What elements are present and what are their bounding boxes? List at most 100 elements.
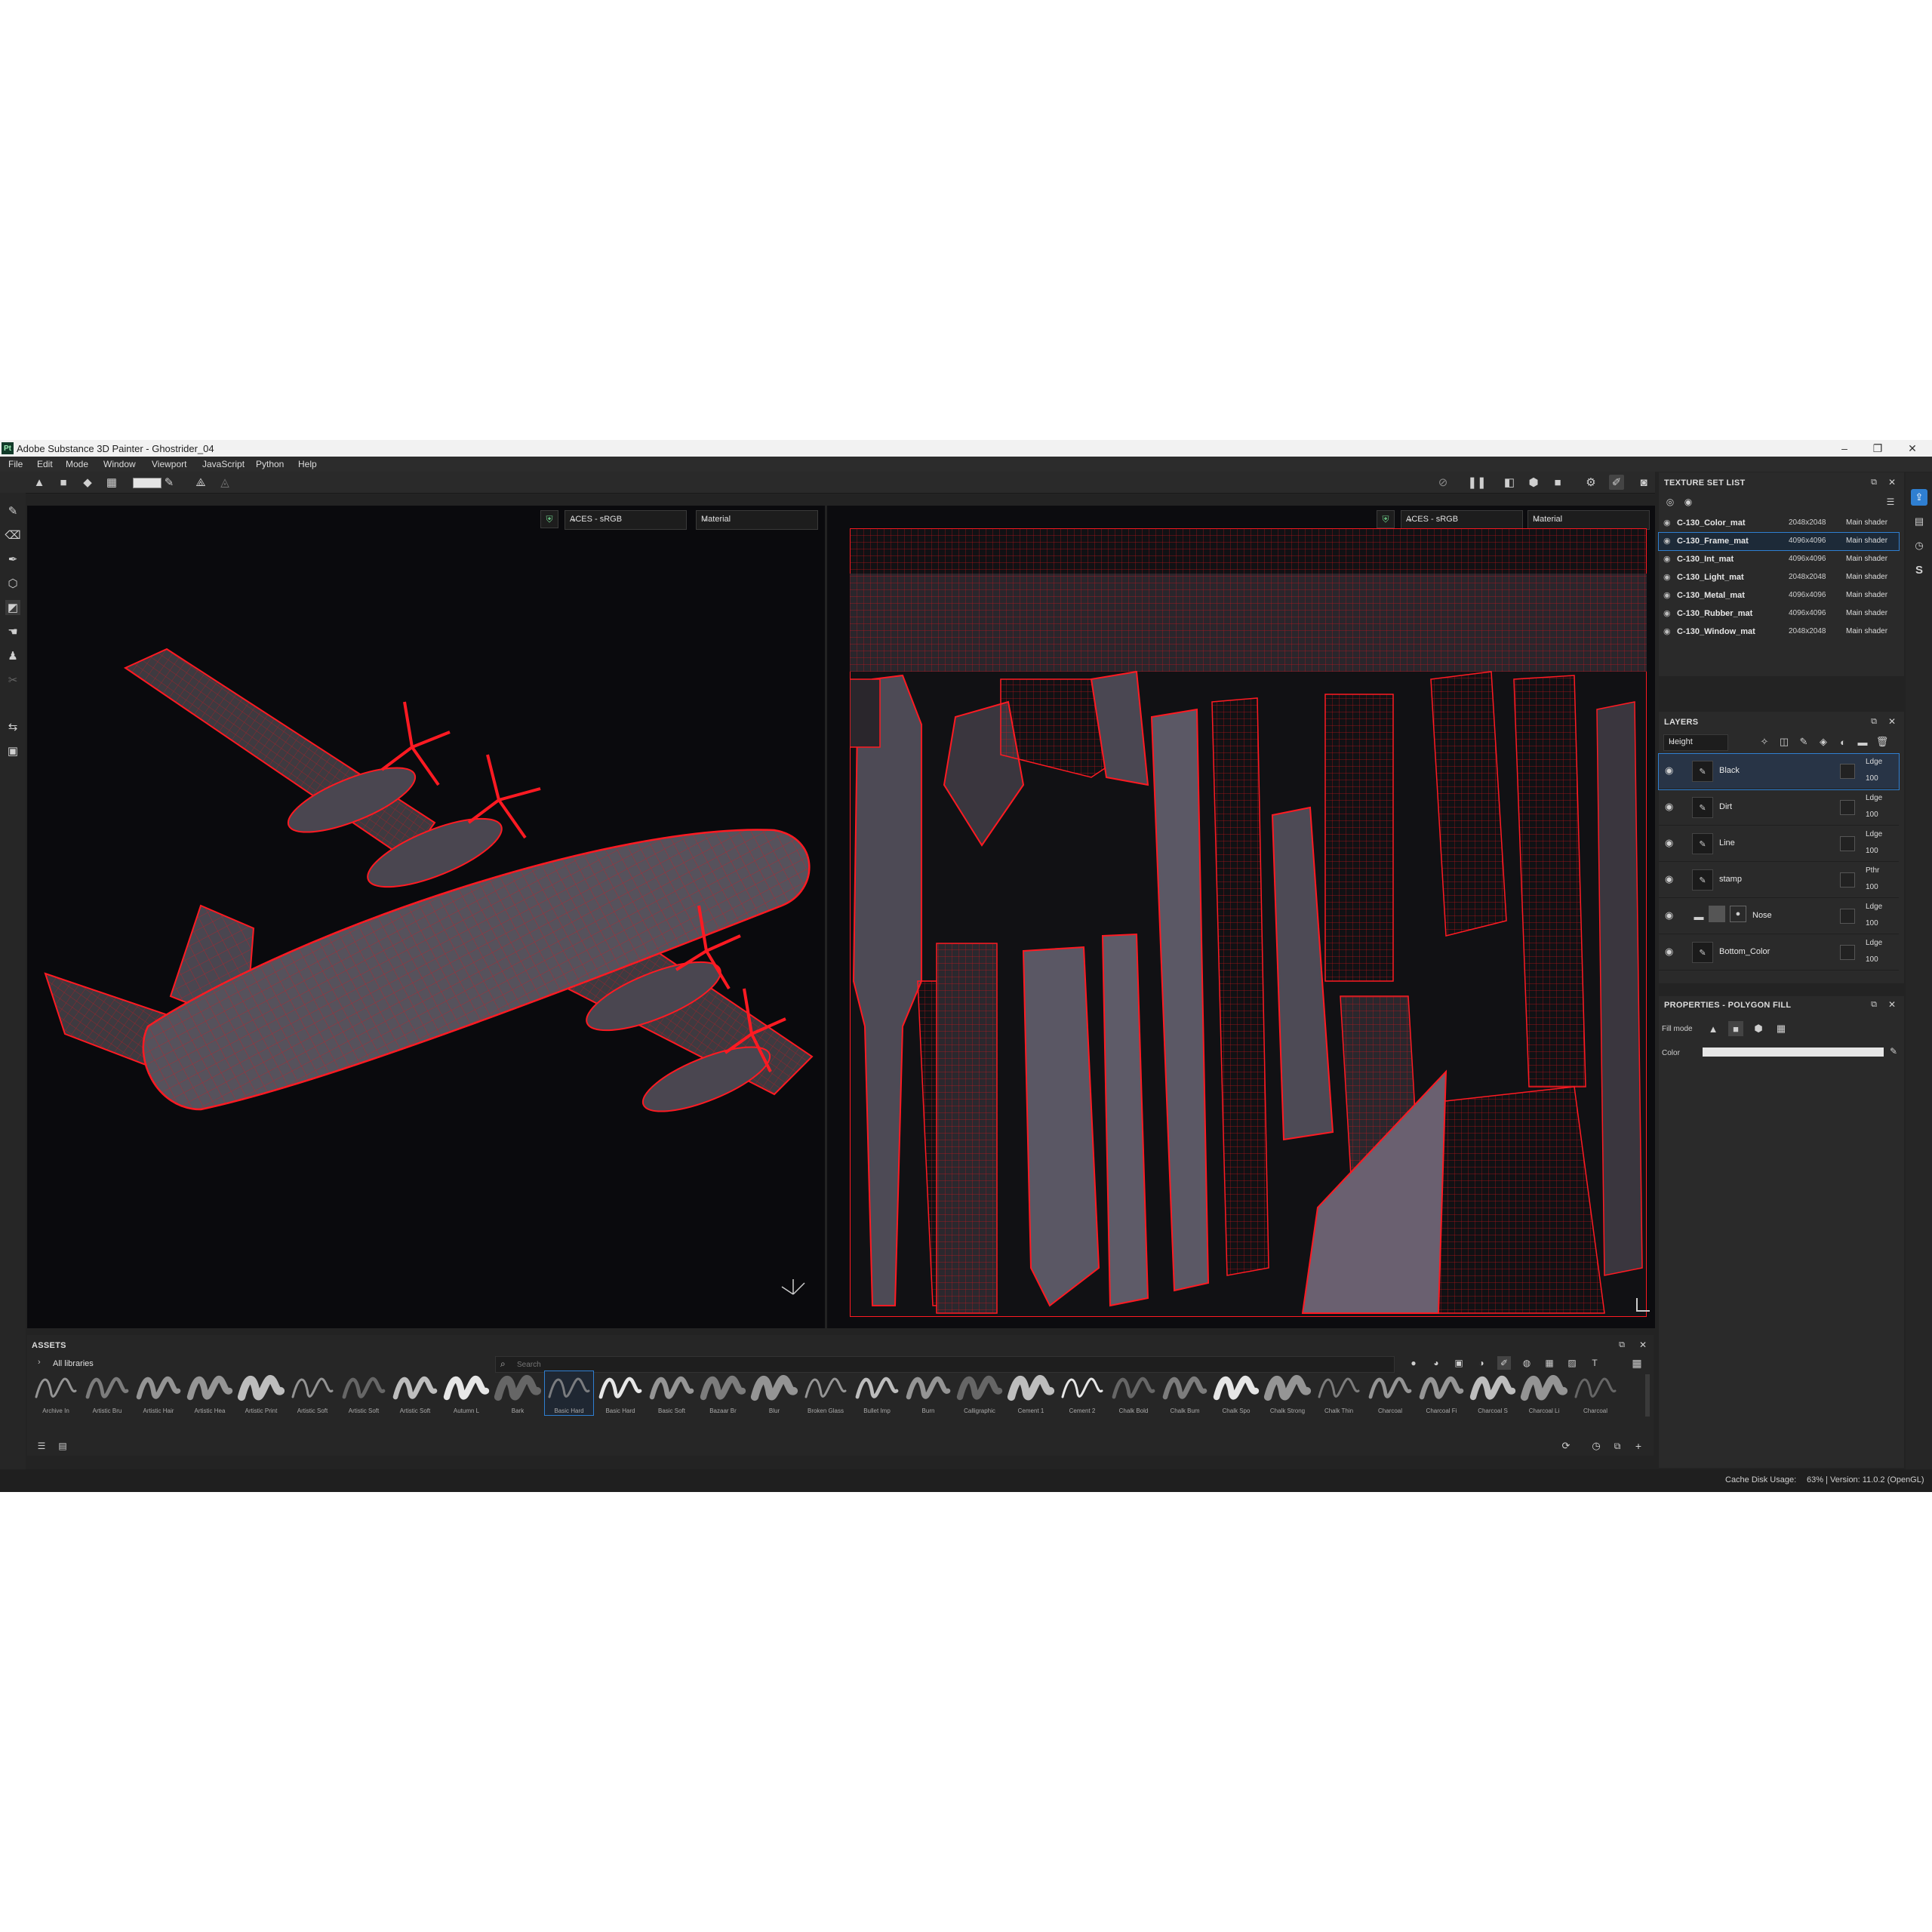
- panel-close-icon[interactable]: ✕: [1885, 715, 1899, 728]
- layer-mask-thumb[interactable]: [1840, 800, 1855, 815]
- layer-opacity[interactable]: 100: [1866, 847, 1878, 855]
- panel-float-icon[interactable]: ⧉: [1867, 715, 1881, 728]
- mirror-icon[interactable]: ◬: [217, 475, 232, 490]
- brush-preset[interactable]: Basic Soft: [648, 1371, 696, 1415]
- brush-preset[interactable]: Charcoal Fi: [1417, 1371, 1466, 1415]
- panel-float-icon[interactable]: ⧉: [1867, 475, 1881, 489]
- texture-set-shader[interactable]: Main shader: [1846, 627, 1887, 635]
- brush-preset[interactable]: Artistic Hea: [186, 1371, 234, 1415]
- menu-file[interactable]: File: [8, 459, 23, 469]
- blend-mode[interactable]: Ldge: [1866, 794, 1882, 802]
- clone-stamp-icon[interactable]: ♟: [5, 648, 20, 663]
- camera-icon[interactable]: ■: [1550, 475, 1565, 490]
- brush-preset[interactable]: Charcoal: [1571, 1371, 1620, 1415]
- brush-preset[interactable]: Artistic Soft: [288, 1371, 337, 1415]
- layer-name[interactable]: stamp: [1719, 875, 1742, 884]
- texture-set-row[interactable]: ◉ C-130_Color_mat 2048x2048 Main shader: [1659, 515, 1899, 532]
- close-window-button[interactable]: ✕: [1897, 440, 1927, 457]
- brush-preset[interactable]: Artistic Bru: [83, 1371, 131, 1415]
- menu-help[interactable]: Help: [298, 459, 317, 469]
- menu-icon[interactable]: ☰: [1884, 495, 1897, 509]
- eye-icon[interactable]: ◉: [1663, 626, 1671, 636]
- channel-dropdown-2d[interactable]: Material ⌄: [1527, 510, 1650, 530]
- layer-visibility-icon[interactable]: ◉: [1665, 909, 1673, 921]
- texture-set-shader[interactable]: Main shader: [1846, 555, 1887, 563]
- brush-preset[interactable]: Basic Hard: [544, 1371, 594, 1416]
- layer-opacity[interactable]: 100: [1866, 883, 1878, 891]
- layer-mask-thumb[interactable]: [1840, 945, 1855, 960]
- brush-preset[interactable]: Chalk Bold: [1109, 1371, 1158, 1415]
- layer-visibility-icon[interactable]: ◉: [1665, 837, 1673, 849]
- texture-set-shader[interactable]: Main shader: [1846, 591, 1887, 599]
- layer-name[interactable]: Black: [1719, 766, 1740, 775]
- layer-mask-thumb[interactable]: [1840, 836, 1855, 851]
- eye-icon[interactable]: ◉: [1663, 554, 1671, 564]
- brush-preset[interactable]: Cement 1: [1007, 1371, 1055, 1415]
- solo-icon[interactable]: ◎: [1663, 495, 1677, 509]
- layer-row[interactable]: ◉ ✎ Line Ldge 100: [1659, 826, 1899, 862]
- geometry-mask-icon[interactable]: ⬡: [5, 576, 20, 591]
- new-window-icon[interactable]: ⧉: [1611, 1439, 1624, 1453]
- colorspace-dropdown-2d[interactable]: ACES - sRGB ⌄: [1401, 510, 1523, 530]
- layer-visibility-icon[interactable]: ◉: [1665, 946, 1673, 958]
- brush-preset[interactable]: Broken Glass: [801, 1371, 850, 1415]
- smudge-icon[interactable]: ☚: [5, 624, 20, 639]
- measure-icon[interactable]: ▣: [5, 743, 20, 758]
- symmetry-icon[interactable]: ⟁: [193, 475, 208, 490]
- mask-icon[interactable]: ●: [1730, 906, 1746, 922]
- brush-preset[interactable]: Archive In: [32, 1371, 80, 1415]
- color-swatch[interactable]: [1703, 1048, 1884, 1057]
- menu-edit[interactable]: Edit: [37, 459, 53, 469]
- layer-name[interactable]: Bottom_Color: [1719, 947, 1770, 956]
- brush-preset[interactable]: Bazaar Br: [699, 1371, 747, 1415]
- mesh-fill-icon[interactable]: ◆: [80, 475, 95, 490]
- brush-preset[interactable]: Artistic Soft: [340, 1371, 388, 1415]
- brush-preset[interactable]: Bark: [494, 1371, 542, 1415]
- brush-preset[interactable]: Burn: [904, 1371, 952, 1415]
- texture-set-row[interactable]: ◉ C-130_Int_mat 4096x4096 Main shader: [1659, 551, 1899, 568]
- brush-preset[interactable]: Charcoal S: [1469, 1371, 1517, 1415]
- blend-mode[interactable]: Ldge: [1866, 939, 1882, 947]
- history-icon[interactable]: ◷: [1911, 537, 1927, 554]
- eye-icon[interactable]: ◉: [1663, 608, 1671, 618]
- brush-preset[interactable]: Bullet Imp: [853, 1371, 901, 1415]
- screenshot-icon[interactable]: ◙: [1636, 475, 1651, 490]
- viewport-3d[interactable]: ⛨ ACES - sRGB ⌄ Material ⌄: [27, 506, 825, 1328]
- folder-icon[interactable]: ▬: [1692, 909, 1706, 923]
- refresh-icon[interactable]: ⟳: [1559, 1439, 1573, 1453]
- material-picker-icon[interactable]: ✂: [5, 672, 20, 688]
- layer-visibility-icon[interactable]: ◉: [1665, 873, 1673, 885]
- 3d-view-icon[interactable]: ⬢: [1526, 475, 1541, 490]
- color-management-2d-icon[interactable]: ⛨: [1377, 510, 1395, 528]
- blend-mode[interactable]: Pthr: [1866, 866, 1879, 875]
- blend-mode[interactable]: Ldge: [1866, 830, 1882, 838]
- menu-mode[interactable]: Mode: [66, 459, 88, 469]
- layer-row[interactable]: ◉ ✎ stamp Pthr 100: [1659, 863, 1899, 898]
- eye-icon[interactable]: ◉: [1663, 518, 1671, 528]
- triangle-fill-icon[interactable]: ▲: [32, 475, 47, 490]
- brush-preset[interactable]: Artistic Hair: [134, 1371, 183, 1415]
- layer-opacity[interactable]: 100: [1866, 919, 1878, 928]
- polygon-fill-tool-icon[interactable]: ◩: [5, 600, 20, 615]
- brush-preset[interactable]: Calligraphic: [955, 1371, 1004, 1415]
- brush-preset[interactable]: Artistic Print: [237, 1371, 285, 1415]
- layer-row[interactable]: ◉ ✎ Bottom_Color Ldge 100: [1659, 935, 1899, 971]
- paint-mode-icon[interactable]: ✐: [1609, 475, 1624, 490]
- blend-mode[interactable]: Ldge: [1866, 758, 1882, 766]
- texture-set-row[interactable]: ◉ C-130_Light_mat 2048x2048 Main shader: [1659, 569, 1899, 586]
- layer-mask-thumb[interactable]: [1840, 764, 1855, 779]
- uv-fill-icon[interactable]: ▦: [104, 475, 119, 490]
- add-effect-icon[interactable]: ✧: [1757, 734, 1772, 749]
- add-folder-icon[interactable]: ▬: [1855, 734, 1870, 749]
- uv-mode-icon[interactable]: ▦: [1774, 1021, 1789, 1036]
- add-fill-layer-icon[interactable]: ◈: [1816, 734, 1831, 749]
- blend-mode[interactable]: Ldge: [1866, 903, 1882, 911]
- share-icon[interactable]: ⇪: [1911, 489, 1927, 506]
- brush-preset[interactable]: Chalk Bum: [1161, 1371, 1209, 1415]
- layer-opacity[interactable]: 100: [1866, 774, 1878, 783]
- add-paint-layer-icon[interactable]: ✎: [1796, 734, 1811, 749]
- add-asset-icon[interactable]: +: [1632, 1439, 1645, 1453]
- layer-visibility-icon[interactable]: ◉: [1665, 801, 1673, 813]
- polygon-mode-icon[interactable]: ■: [1728, 1021, 1743, 1036]
- viewport-2d[interactable]: ⛨ ACES - sRGB ⌄ Material ⌄: [827, 506, 1655, 1328]
